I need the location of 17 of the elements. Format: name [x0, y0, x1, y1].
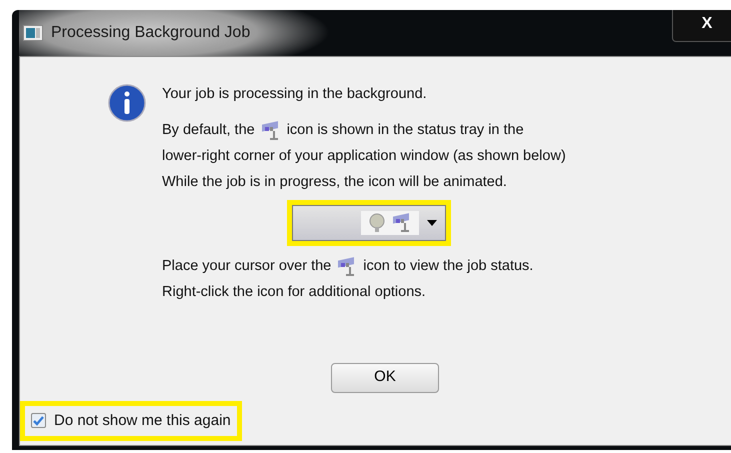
checkbox[interactable] [31, 413, 46, 428]
message-text: While the job is in progress, the icon will be animated. [162, 173, 507, 192]
window-title: Processing Background Job [51, 23, 250, 43]
message-text: icon to view the job status. [363, 257, 534, 276]
message-text: icon is shown in the status tray in the [286, 121, 524, 140]
info-icon [108, 84, 146, 122]
satellite-dish-icon[interactable] [367, 213, 387, 233]
checkbox-label[interactable]: Do not show me this again [54, 410, 231, 432]
message-text: By default, the [162, 121, 255, 140]
window-icon [23, 25, 43, 41]
message-heading: Your job is processing in the background. [162, 85, 427, 104]
ok-button[interactable]: OK [331, 362, 439, 392]
close-button[interactable]: X [672, 10, 731, 42]
message-text: lower-right corner of your application window (as shown below) [162, 147, 566, 166]
message-text: Right-click the icon for additional options. [162, 283, 426, 302]
caret-icon[interactable] [427, 220, 437, 226]
message-text: Place your cursor over the [162, 257, 332, 276]
